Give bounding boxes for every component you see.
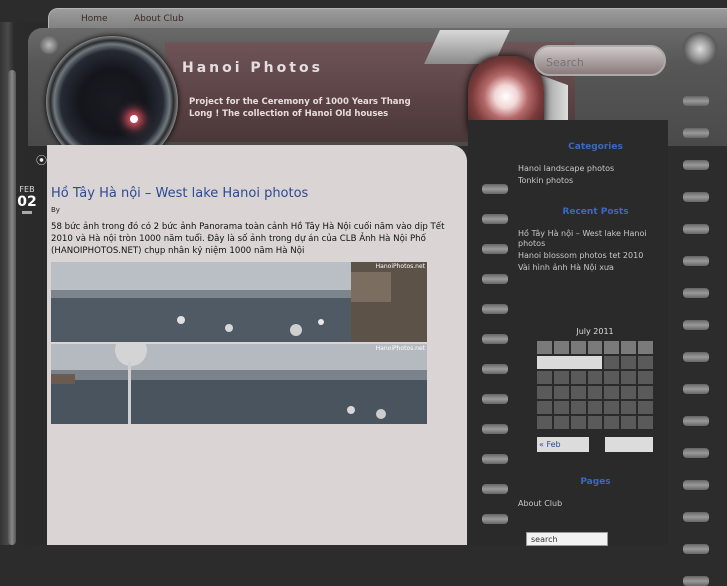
post-byline: By <box>51 206 60 214</box>
frame-rail-segment <box>482 394 508 404</box>
search-box <box>534 45 666 76</box>
panorama-photo-1[interactable]: HanoiPhotos.net <box>51 262 427 342</box>
frame-rail-segment <box>482 454 508 464</box>
frame-rail-segment <box>482 424 508 434</box>
post-date-month: FEB <box>19 185 35 194</box>
calendar-grid <box>535 339 655 431</box>
recent-post-link[interactable]: Hồ Tây Hà nội – West lake Hanoi photos <box>518 229 658 249</box>
recent-post-link[interactable]: Vài hình ảnh Hà Nội xưa <box>518 263 658 273</box>
search-input[interactable] <box>544 53 660 71</box>
frame-rail-segment <box>683 576 709 586</box>
frame-rail-segment <box>683 128 709 138</box>
frame-rail-segment <box>482 184 508 194</box>
photo-watermark-1: HanoiPhotos.net <box>375 263 425 270</box>
frame-rail-segment <box>683 288 709 298</box>
frame-rail-segment <box>683 256 709 266</box>
frame-rail-segment <box>683 384 709 394</box>
calendar-title: July 2011 <box>576 327 614 336</box>
page-link-about-club[interactable]: About Club <box>518 499 658 509</box>
post-body: 58 bức ảnh trong đó có 2 bức ảnh Panoram… <box>51 222 445 256</box>
lens-glow <box>130 115 138 123</box>
frame-rail-segment <box>482 484 508 494</box>
site-description: Project for the Ceremony of 1000 Years T… <box>189 97 411 119</box>
calendar-next-cell <box>605 437 653 452</box>
category-link[interactable]: Tonkin photos <box>518 176 658 186</box>
frame-rail-segment <box>683 160 709 170</box>
frame-rail-segment <box>482 364 508 374</box>
post-date-day: 02 <box>17 194 37 210</box>
frame-rail-segment <box>683 416 709 426</box>
frame-rail-segment <box>683 224 709 234</box>
date-divider <box>22 211 32 214</box>
frame-rail-segment <box>683 96 709 106</box>
frame-rail-segment <box>683 544 709 554</box>
frame-rail-segment <box>482 244 508 254</box>
frame-rail-segment <box>683 192 709 202</box>
pages-heading: Pages <box>580 477 611 487</box>
nav-home[interactable]: Home <box>81 14 108 24</box>
left-rail <box>8 70 16 545</box>
frame-rail-segment <box>683 320 709 330</box>
corner-knob-icon <box>40 36 58 54</box>
nav-about-club[interactable]: About Club <box>134 14 184 24</box>
frame-rail-segment <box>482 214 508 224</box>
frame-rail-segment <box>482 304 508 314</box>
recent-post-link[interactable]: Hanoi blossom photos tet 2010 <box>518 251 658 261</box>
frame-rail-segment <box>683 352 709 362</box>
categories-heading: Categories <box>568 142 623 152</box>
rss-icon[interactable]: ⦿ <box>36 152 47 168</box>
frame-rail-segment <box>683 480 709 490</box>
frame-rail-segment <box>482 274 508 284</box>
post-date: FEB 02 <box>14 185 40 210</box>
post-title[interactable]: Hồ Tây Hà nội – West lake Hanoi photos <box>51 186 308 201</box>
calendar: July 2011 <box>537 327 653 431</box>
frame-rail-segment <box>482 514 508 524</box>
knob-icon <box>683 32 717 66</box>
panorama-photo-2[interactable]: HanoiPhotos.net <box>51 344 427 424</box>
sidebar-search-input[interactable]: search <box>526 532 608 546</box>
site-title[interactable]: Hanoi Photos <box>182 60 323 76</box>
category-link[interactable]: Hanoi landscape photos <box>518 164 658 174</box>
frame-rail-segment <box>683 512 709 522</box>
photo-watermark-2: HanoiPhotos.net <box>375 345 425 352</box>
calendar-prev-link[interactable]: « Feb <box>537 437 589 452</box>
frame-rail-segment <box>683 448 709 458</box>
frame-rail-segment <box>482 334 508 344</box>
recent-posts-heading: Recent Posts <box>562 207 629 217</box>
